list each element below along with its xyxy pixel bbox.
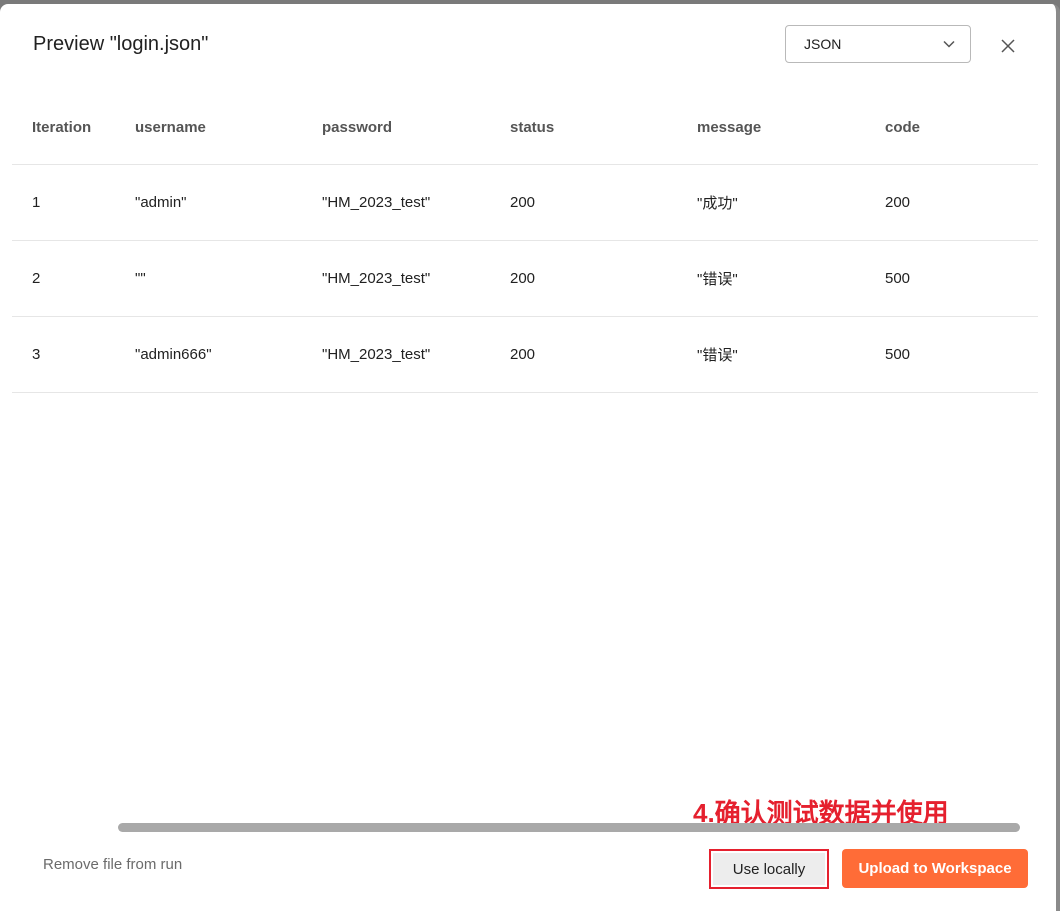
preview-table: Iteration username password status messa…	[12, 90, 1038, 393]
table-header-row: Iteration username password status messa…	[12, 90, 1038, 165]
cell-username: "admin"	[135, 194, 187, 211]
cell-iteration: 1	[32, 194, 41, 211]
table-row: 3 "admin666" "HM_2023_test" 200 "错误" 500	[12, 317, 1038, 393]
use-locally-button[interactable]: Use locally	[713, 853, 825, 885]
cell-message: "错误"	[697, 347, 738, 364]
format-select-value: JSON	[804, 36, 842, 52]
dialog-title: Preview "login.json"	[33, 33, 209, 55]
cell-message: "错误"	[697, 271, 738, 288]
column-header-status: status	[510, 118, 555, 136]
remove-file-link[interactable]: Remove file from run	[43, 856, 182, 873]
cell-status: 200	[510, 270, 536, 287]
column-header-code: code	[885, 118, 921, 136]
cell-password: "HM_2023_test"	[322, 346, 431, 363]
upload-to-workspace-button[interactable]: Upload to Workspace	[842, 849, 1028, 888]
table-row: 1 "admin" "HM_2023_test" 200 "成功" 200	[12, 165, 1038, 241]
cell-message: "成功"	[697, 195, 738, 212]
format-select[interactable]: JSON	[785, 25, 971, 63]
chevron-down-icon	[943, 40, 955, 48]
close-button[interactable]	[994, 32, 1022, 60]
column-header-iteration: Iteration	[32, 118, 92, 136]
column-header-username: username	[135, 118, 206, 136]
cell-code: 500	[885, 270, 911, 287]
cell-code: 200	[885, 194, 911, 211]
cell-username: ""	[135, 270, 146, 287]
use-locally-highlight: Use locally	[709, 849, 829, 889]
close-icon	[1001, 39, 1015, 53]
horizontal-scrollbar[interactable]	[118, 823, 1020, 832]
cell-password: "HM_2023_test"	[322, 194, 431, 211]
cell-iteration: 2	[32, 270, 41, 287]
cell-password: "HM_2023_test"	[322, 270, 431, 287]
cell-code: 500	[885, 346, 911, 363]
cell-status: 200	[510, 346, 536, 363]
column-header-password: password	[322, 118, 393, 136]
table-row: 2 "" "HM_2023_test" 200 "错误" 500	[12, 241, 1038, 317]
column-header-message: message	[697, 118, 762, 136]
cell-username: "admin666"	[135, 346, 212, 363]
preview-dialog: Preview "login.json" JSON Iteration user…	[0, 4, 1060, 911]
cell-status: 200	[510, 194, 536, 211]
cell-iteration: 3	[32, 346, 41, 363]
